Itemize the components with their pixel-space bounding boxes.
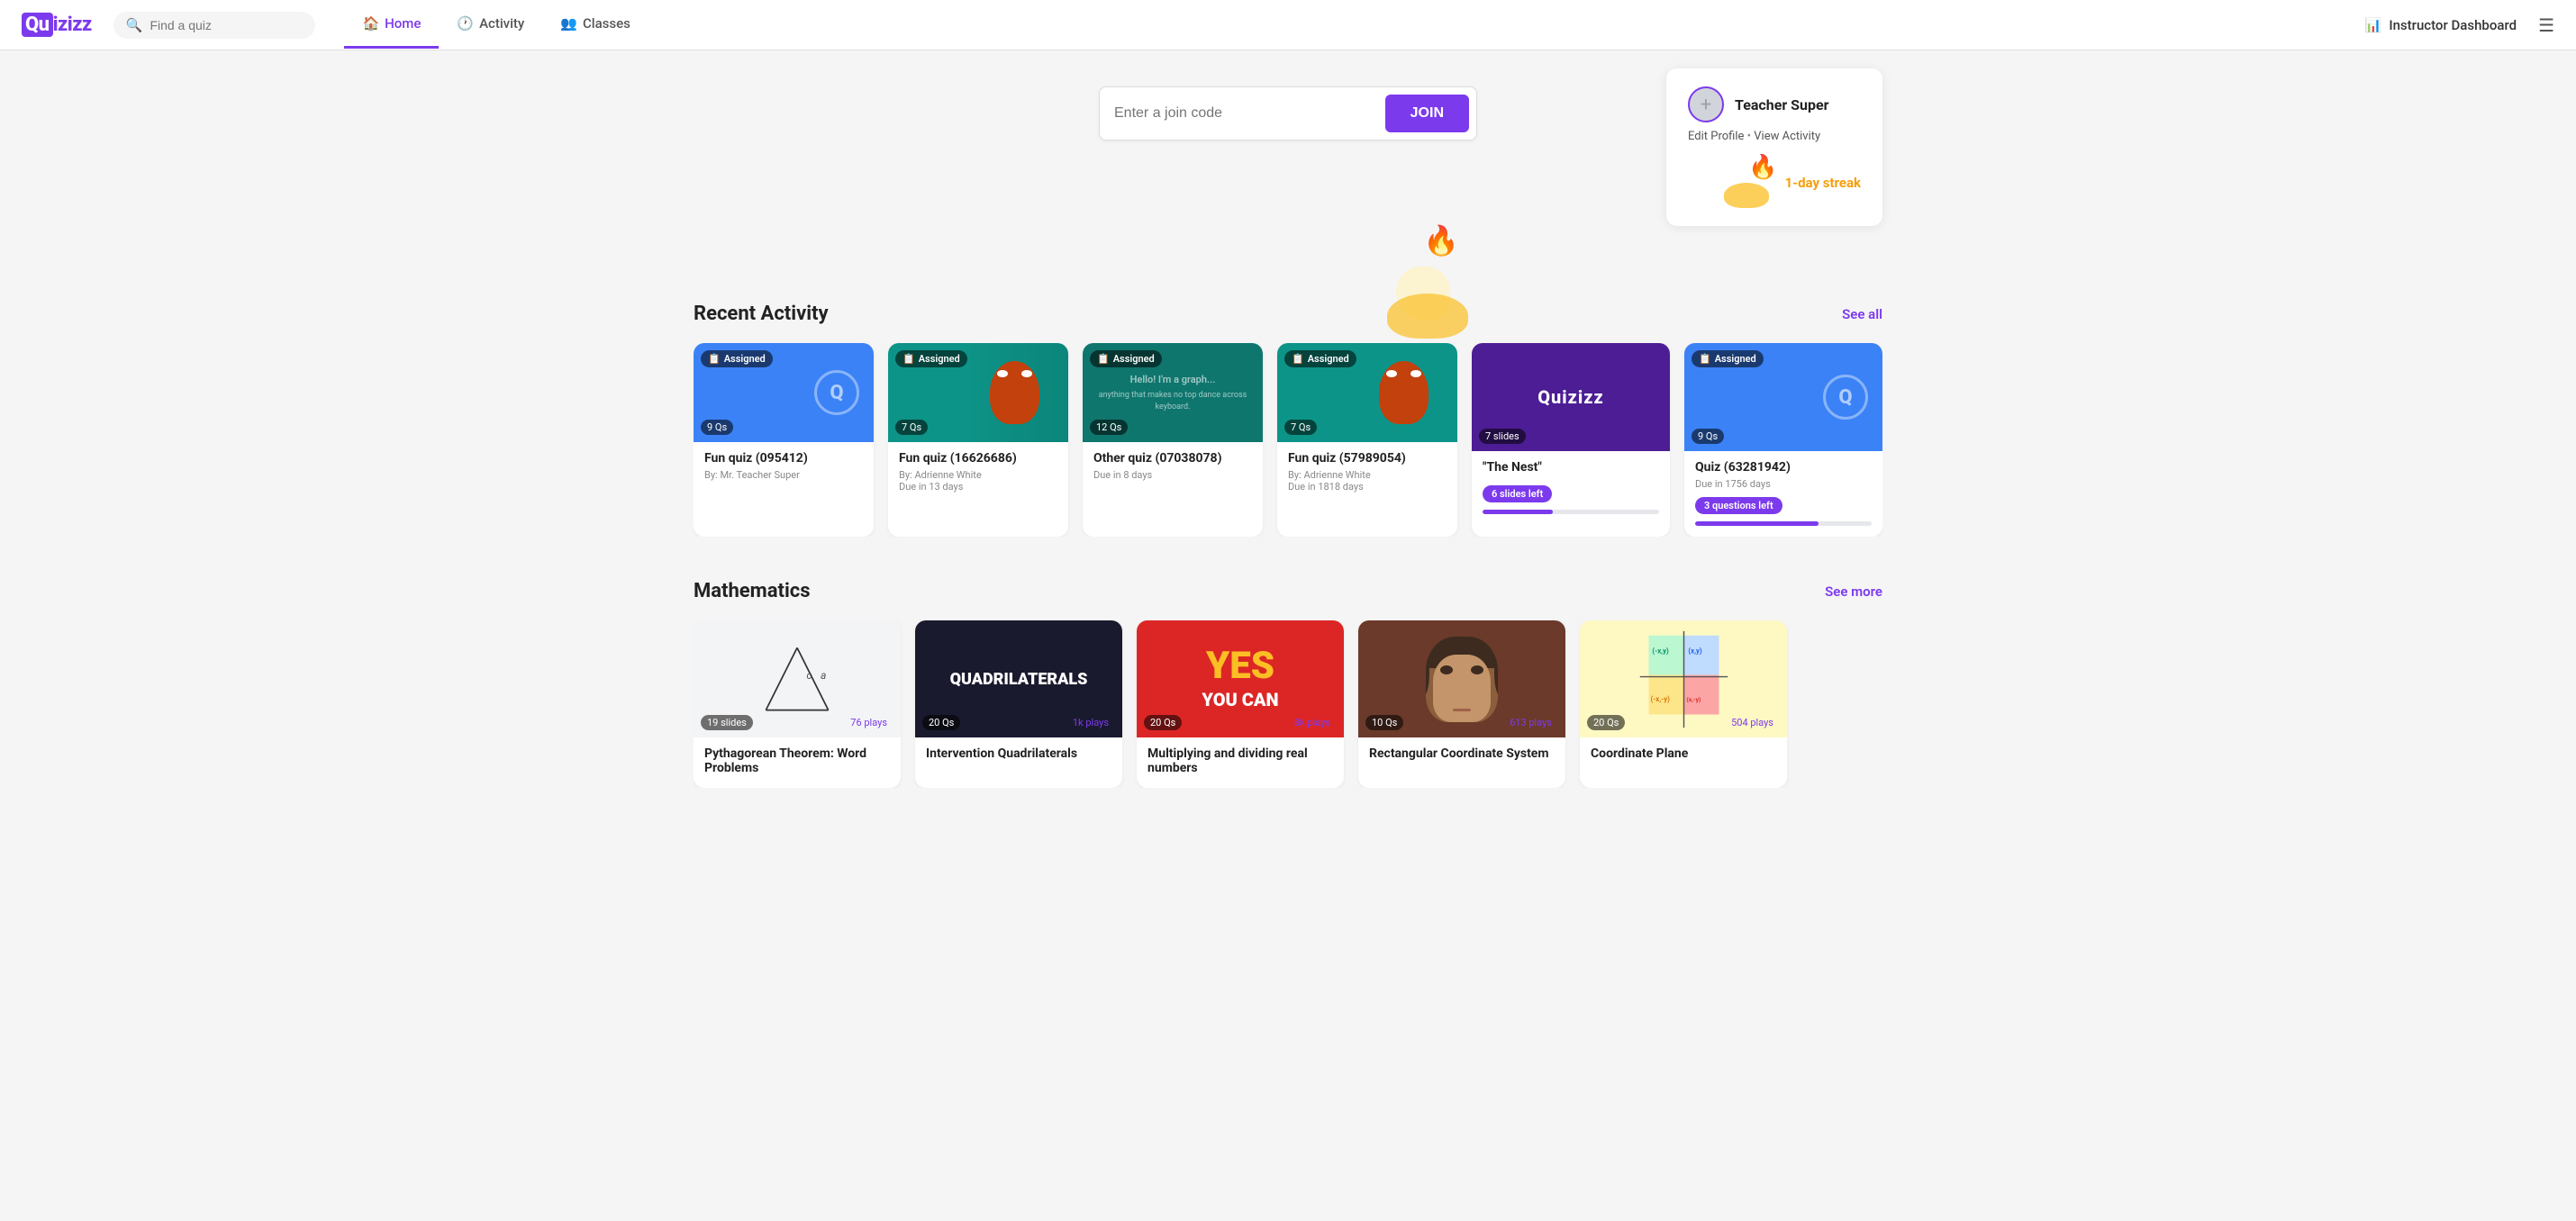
card-title: Fun quiz (095412) xyxy=(704,451,863,466)
slides-left-badge: 6 slides left xyxy=(1483,485,1552,502)
view-activity-link[interactable]: View Activity xyxy=(1754,130,1820,143)
q-count: 20 Qs xyxy=(1144,715,1182,730)
svg-text:(-x,-y): (-x,-y) xyxy=(1650,694,1670,702)
math-card[interactable]: (-x,y) (x,y) (-x,-y) (x,-y) 20 Qs 504 pl… xyxy=(1580,620,1787,788)
svg-text:(x,-y): (x,-y) xyxy=(1686,695,1701,702)
join-code-input[interactable] xyxy=(1114,105,1385,122)
card-title: Other quiz (07038078) xyxy=(1093,451,1252,466)
assigned-badge: 📋Assigned xyxy=(1284,350,1356,367)
svg-text:(-x,y): (-x,y) xyxy=(1652,647,1669,655)
math-card[interactable]: 10 Qs 613 plays Rectangular Coordinate S… xyxy=(1358,620,1565,788)
plays-count: 613 plays xyxy=(1503,715,1558,730)
plays-count: 8k plays xyxy=(1288,715,1337,730)
join-button[interactable]: JOIN xyxy=(1385,95,1469,132)
streak-text: 1-day streak xyxy=(1785,175,1861,191)
instructor-dashboard-button[interactable]: 📊 Instructor Dashboard xyxy=(2365,17,2517,33)
activity-card[interactable]: 📋Assigned 9 Qs Q Fun quiz (095412) By: M… xyxy=(694,343,874,537)
card-title: Quiz (63281942) xyxy=(1695,460,1872,475)
recent-activity-title: Recent Activity xyxy=(694,303,829,325)
home-icon: 🏠 xyxy=(362,15,379,32)
classes-icon: 👥 xyxy=(560,15,577,32)
card-title: "The Nest" xyxy=(1483,460,1659,475)
mathematics-title: Mathematics xyxy=(694,580,811,602)
avatar: + xyxy=(1688,86,1724,122)
dashboard-icon: 📊 xyxy=(2365,17,2382,33)
svg-text:(x,y): (x,y) xyxy=(1688,647,1702,655)
slides-count: 19 slides xyxy=(701,715,753,730)
q-count: 10 Qs xyxy=(1365,715,1403,730)
nav-links: 🏠 Home 🕐 Activity 👥 Classes xyxy=(344,1,648,49)
profile-panel: + Teacher Super Edit Profile • View Acti… xyxy=(1666,68,1882,226)
math-card-title: Intervention Quadrilaterals xyxy=(926,746,1111,761)
edit-profile-link[interactable]: Edit Profile xyxy=(1688,130,1744,143)
activity-card[interactable]: 📋Assigned 12 Qs Hello! I'm a graph... an… xyxy=(1083,343,1263,537)
recent-activity-cards: 📋Assigned 9 Qs Q Fun quiz (095412) By: M… xyxy=(694,343,1882,537)
q-count: 20 Qs xyxy=(1587,715,1625,730)
activity-icon: 🕐 xyxy=(457,15,474,32)
math-card-title: Pythagorean Theorem: Word Problems xyxy=(704,746,890,775)
nav-classes[interactable]: 👥 Classes xyxy=(542,1,649,49)
activity-card[interactable]: 📋Assigned 9 Qs Q Quiz (63281942) Due in … xyxy=(1684,343,1882,537)
q-count-badge: 9 Qs xyxy=(1692,429,1724,444)
activity-card[interactable]: 7 slides Quizizz "The Nest" 6 slides lef… xyxy=(1472,343,1670,537)
math-cards: c a 19 slides 76 plays Pythagorean Theor… xyxy=(694,620,1882,788)
math-card-title: Rectangular Coordinate System xyxy=(1369,746,1555,761)
join-box: JOIN xyxy=(1099,86,1477,140)
see-more-link[interactable]: See more xyxy=(1825,583,1882,600)
card-by: By: Adrienne White xyxy=(1288,469,1447,481)
see-all-link[interactable]: See all xyxy=(1842,306,1882,322)
join-section: JOIN 🔥 + Teacher Super xyxy=(694,86,1882,267)
q-count-badge: 7 slides xyxy=(1479,429,1526,444)
card-title: Fun quiz (57989054) xyxy=(1288,451,1447,466)
mathematics-section: Mathematics See more c a 19 slides 76 pl xyxy=(694,580,1882,788)
activity-card[interactable]: 📋Assigned 7 Qs Fun quiz (57989054) xyxy=(1277,343,1457,537)
recent-activity-section: Recent Activity See all 📋Assigned 9 Qs Q… xyxy=(694,303,1882,537)
profile-name: Teacher Super xyxy=(1735,96,1828,113)
card-by: By: Mr. Teacher Super xyxy=(704,469,863,481)
logo[interactable]: Quizizz xyxy=(22,14,92,36)
card-due: Due in 8 days xyxy=(1093,469,1252,481)
questions-left-badge: 3 questions left xyxy=(1695,497,1782,514)
plays-count: 1k plays xyxy=(1066,715,1115,730)
q-count: 20 Qs xyxy=(922,715,960,730)
math-card-title: Multiplying and dividing real numbers xyxy=(1147,746,1333,775)
q-count-badge: 7 Qs xyxy=(1284,420,1317,435)
main-content: JOIN 🔥 + Teacher Super xyxy=(639,50,1937,788)
profile-links: Edit Profile • View Activity xyxy=(1688,130,1861,143)
q-count-badge: 7 Qs xyxy=(895,420,928,435)
search-bar[interactable]: 🔍 xyxy=(113,12,316,39)
plays-count: 76 plays xyxy=(844,715,893,730)
card-title: Fun quiz (16626686) xyxy=(899,451,1057,466)
assigned-badge: 📋Assigned xyxy=(701,350,773,367)
math-card[interactable]: QUADRILATERALS 20 Qs 1k plays Interventi… xyxy=(915,620,1122,788)
search-icon: 🔍 xyxy=(126,17,143,33)
nav-home[interactable]: 🏠 Home xyxy=(344,1,439,49)
plays-count: 504 plays xyxy=(1725,715,1780,730)
svg-text:c: c xyxy=(806,669,812,682)
card-due: Due in 13 days xyxy=(899,481,1057,493)
quad-text: QUADRILATERALS xyxy=(950,670,1088,689)
math-card-title: Coordinate Plane xyxy=(1591,746,1776,761)
assigned-badge: 📋Assigned xyxy=(1692,350,1764,367)
pyth-diagram: c a xyxy=(714,632,880,726)
search-input[interactable] xyxy=(150,18,303,32)
nav-right: 📊 Instructor Dashboard ☰ xyxy=(2365,14,2554,36)
card-by: By: Adrienne White xyxy=(899,469,1057,481)
assigned-badge: 📋Assigned xyxy=(895,350,967,367)
svg-text:a: a xyxy=(821,669,826,682)
menu-button[interactable]: ☰ xyxy=(2538,14,2554,36)
math-card[interactable]: c a 19 slides 76 plays Pythagorean Theor… xyxy=(694,620,901,788)
navbar: Quizizz 🔍 🏠 Home 🕐 Activity 👥 Classes 📊 … xyxy=(0,0,2576,50)
q-count-badge: 9 Qs xyxy=(701,420,733,435)
activity-card[interactable]: 📋Assigned 7 Qs Fun quiz (16 xyxy=(888,343,1068,537)
card-due: Due in 1818 days xyxy=(1288,481,1447,493)
card-due: Due in 1756 days xyxy=(1695,478,1872,490)
math-card[interactable]: YES YOU CAN 20 Qs 8k plays Multiplying a… xyxy=(1137,620,1344,788)
nav-activity[interactable]: 🕐 Activity xyxy=(439,1,542,49)
